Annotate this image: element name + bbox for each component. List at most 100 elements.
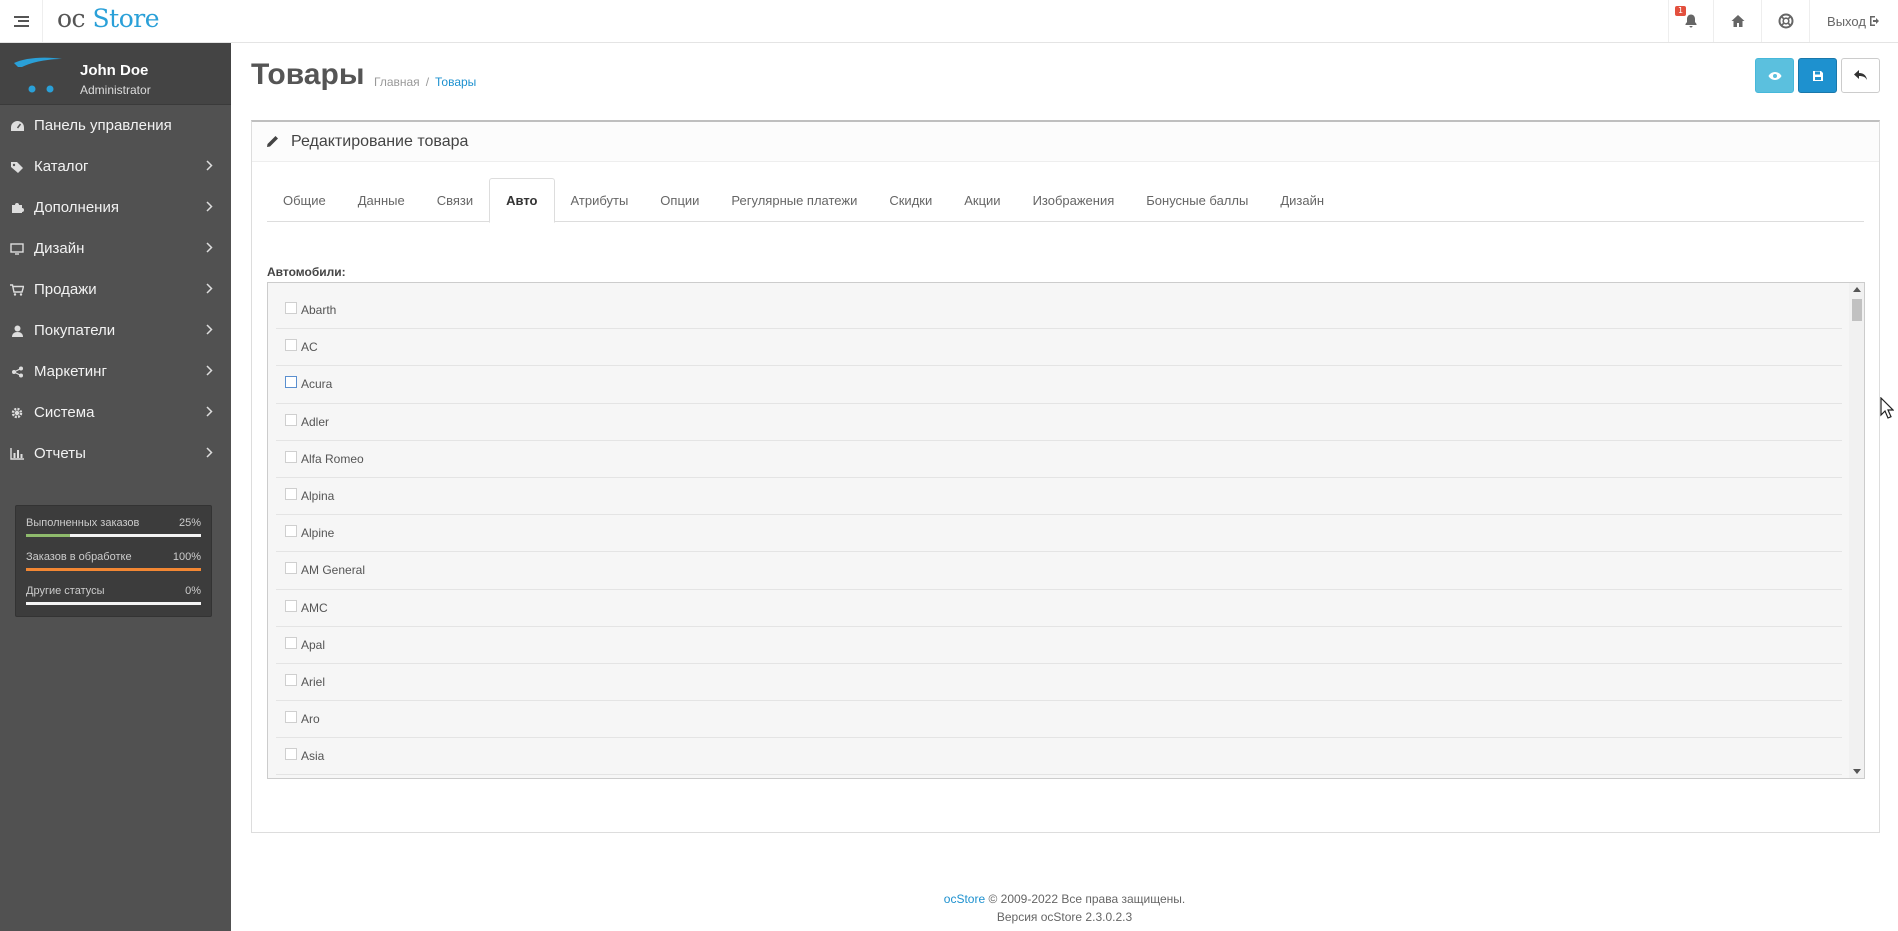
car-checkbox[interactable] (285, 339, 297, 352)
notifications-button[interactable]: 1 (1668, 0, 1713, 42)
sidebar-item-marketing[interactable]: Маркетинг (0, 351, 231, 392)
car-row[interactable]: Adler (276, 403, 1842, 441)
car-name: AM General (301, 563, 366, 578)
life-ring-icon (1778, 13, 1793, 29)
save-button[interactable] (1798, 58, 1837, 93)
breadcrumb-products-link[interactable]: Товары (435, 75, 476, 89)
car-checkbox[interactable] (285, 748, 297, 761)
car-checkbox[interactable] (285, 599, 297, 612)
tab-links[interactable]: Связи (421, 178, 489, 222)
car-checkbox[interactable] (285, 450, 297, 463)
help-button[interactable] (1761, 0, 1809, 42)
eye-icon (1768, 71, 1781, 80)
chevron-right-icon (206, 201, 213, 212)
car-row[interactable]: Acura (276, 366, 1842, 404)
cars-checkbox-list[interactable]: Abarth AC Acura Adler Alfa Romeo Alpina … (267, 282, 1865, 779)
logout-button[interactable]: Выход (1809, 0, 1898, 42)
car-row[interactable]: AM General (276, 552, 1842, 590)
list-scrollbar[interactable] (1849, 283, 1864, 778)
car-checkbox[interactable] (285, 525, 297, 538)
gear-icon (9, 406, 25, 420)
car-row[interactable]: Alpine (276, 515, 1842, 553)
sidebar-item-label: Покупатели (34, 322, 116, 339)
car-row[interactable]: Aro (276, 701, 1842, 739)
tab-attributes[interactable]: Атрибуты (555, 178, 645, 222)
menu-toggle-button[interactable] (0, 0, 43, 42)
chevron-right-icon (206, 283, 213, 294)
scroll-up-arrow-icon[interactable] (1853, 287, 1861, 292)
logo[interactable]: oc Store (57, 4, 160, 33)
sidebar-item-design[interactable]: Дизайн (0, 228, 231, 269)
user-icon (9, 324, 25, 338)
scrollbar-thumb[interactable] (1852, 299, 1862, 321)
hamburger-icon (13, 15, 29, 27)
main-content: Товары Главная / Товары Редактирование т… (231, 43, 1898, 931)
panel-title: Редактирование товара (291, 132, 469, 150)
home-button[interactable] (1713, 0, 1761, 42)
footer-brand-link[interactable]: ocStore (944, 892, 985, 906)
sidebar-item-sales[interactable]: Продажи (0, 269, 231, 310)
dashboard-icon (9, 119, 25, 133)
car-checkbox[interactable] (285, 376, 297, 389)
car-row[interactable]: Alpina (276, 477, 1842, 516)
breadcrumb-home-link[interactable]: Главная (374, 75, 420, 89)
sidebar-item-system[interactable]: Система (0, 392, 231, 433)
tab-auto[interactable]: Авто (489, 178, 555, 223)
tab-general[interactable]: Общие (267, 178, 342, 222)
top-header: oc Store 1 Выход (0, 0, 1898, 43)
car-name: Apal (301, 637, 326, 652)
tab-discounts[interactable]: Скидки (873, 178, 948, 222)
tab-reward-points[interactable]: Бонусные баллы (1130, 178, 1264, 222)
tab-images[interactable]: Изображения (1017, 178, 1131, 222)
car-name: Acura (301, 377, 333, 392)
car-row[interactable]: Apal (276, 626, 1842, 664)
back-button[interactable] (1841, 58, 1880, 93)
sidebar-item-dashboard[interactable]: Панель управления (0, 105, 231, 146)
stat-label: Заказов в обработке (26, 551, 132, 563)
tab-design[interactable]: Дизайн (1264, 178, 1340, 222)
car-name: Adler (301, 414, 330, 429)
chevron-right-icon (206, 447, 213, 458)
car-row[interactable]: AC (276, 329, 1842, 367)
tab-specials[interactable]: Акции (948, 178, 1016, 222)
car-checkbox[interactable] (285, 562, 297, 575)
stat-processing-orders: Заказов в обработке 100% (26, 548, 201, 582)
scroll-down-arrow-icon[interactable] (1853, 769, 1861, 774)
sign-out-icon (1869, 16, 1879, 26)
tab-recurring[interactable]: Регулярные платежи (715, 178, 873, 222)
car-checkbox[interactable] (285, 636, 297, 649)
chevron-right-icon (206, 365, 213, 376)
sidebar-item-reports[interactable]: Отчеты (0, 433, 231, 474)
sidebar-item-label: Система (34, 404, 95, 421)
footer-version: Версия ocStore 2.3.0.2.3 (996, 910, 1133, 924)
car-name: Asia (301, 749, 325, 764)
tab-data[interactable]: Данные (342, 178, 421, 222)
car-row[interactable]: AMC (276, 589, 1842, 627)
car-row[interactable]: Ariel (276, 663, 1842, 702)
user-profile[interactable]: John Doe Administrator (0, 43, 231, 105)
car-row[interactable]: Asia (276, 738, 1842, 776)
view-button[interactable] (1755, 58, 1794, 93)
cars-label: Автомобили: (267, 265, 346, 279)
sidebar-item-customers[interactable]: Покупатели (0, 310, 231, 351)
order-stats-panel: Выполненных заказов 25% Заказов в обрабо… (15, 505, 212, 617)
stat-label: Другие статусы (26, 585, 105, 597)
page-title: Товары (251, 58, 365, 91)
sidebar-item-extensions[interactable]: Дополнения (0, 187, 231, 228)
progress-bar (26, 568, 201, 571)
car-checkbox[interactable] (285, 673, 297, 686)
car-name: Alpina (301, 489, 335, 504)
car-checkbox[interactable] (285, 302, 297, 315)
car-checkbox[interactable] (285, 711, 297, 724)
car-row[interactable]: Alfa Romeo (276, 440, 1842, 478)
sidebar-item-catalog[interactable]: Каталог (0, 146, 231, 187)
car-checkbox[interactable] (285, 488, 297, 501)
car-checkbox[interactable] (285, 413, 297, 426)
footer: ocStore © 2009-2022 Все права защищены. … (231, 890, 1898, 926)
car-name: Alfa Romeo (301, 451, 364, 466)
progress-bar (26, 602, 201, 605)
tab-options[interactable]: Опции (644, 178, 715, 222)
car-name: AMC (301, 600, 328, 615)
car-row[interactable]: Abarth (276, 292, 1842, 330)
stat-label: Выполненных заказов (26, 517, 140, 529)
